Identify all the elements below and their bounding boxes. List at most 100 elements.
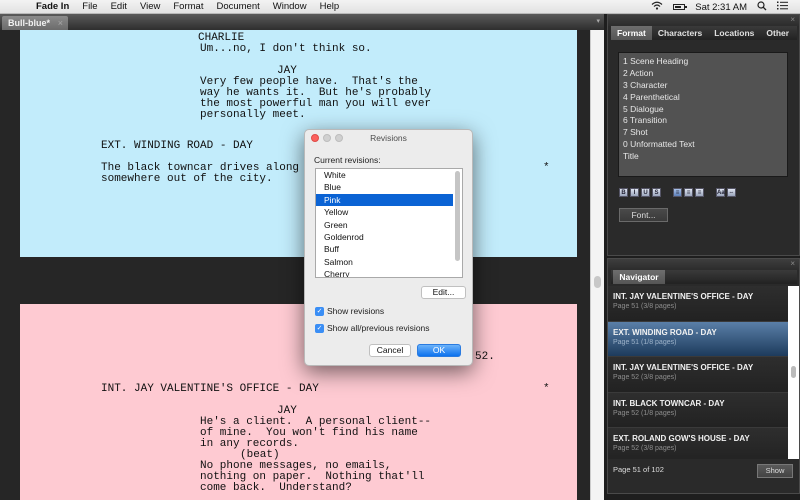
revision-item-cherry[interactable]: Cherry <box>316 268 462 277</box>
scene-item[interactable]: INT. JAY VALENTINE'S OFFICE - DAY Page 5… <box>608 357 788 393</box>
menu-window[interactable]: Window <box>273 1 307 12</box>
wifi-icon[interactable] <box>651 1 663 13</box>
navigator-panel: × Navigator INT. JAY VALENTINE'S OFFICE … <box>607 258 800 494</box>
style-dialogue[interactable]: 5 Dialogue <box>619 104 787 116</box>
tab-locations[interactable]: Locations <box>708 26 760 40</box>
revision-item-yellow[interactable]: Yellow <box>316 206 462 218</box>
script-page-pink[interactable]: 52. INT. JAY VALENTINE'S OFFICE - DAY * … <box>20 304 577 500</box>
style-title[interactable]: Title <box>619 151 787 163</box>
close-panel-icon[interactable]: × <box>790 259 795 268</box>
dialogue-line: come back. Understand? <box>200 482 352 494</box>
checkmark-icon[interactable]: ✓ <box>315 323 324 333</box>
font-button[interactable]: Font... <box>619 208 668 222</box>
revision-item-green[interactable]: Green <box>316 219 462 231</box>
scene-item-selected[interactable]: EXT. WINDING ROAD - DAY Page 51 (1/8 pag… <box>608 321 788 358</box>
revision-item-goldenrod[interactable]: Goldenrod <box>316 231 462 243</box>
tab-format[interactable]: Format <box>611 26 652 40</box>
scene-list-scrollbar-thumb[interactable] <box>791 366 796 378</box>
align-right-icon[interactable]: ≡ <box>695 188 704 197</box>
edit-button[interactable]: Edit... <box>421 286 466 299</box>
document-tab[interactable]: Bull-blue* × <box>2 16 68 30</box>
script-editor[interactable]: CHARLIE Um...no, I don't think so. JAY V… <box>0 30 590 500</box>
editor-scrollbar[interactable] <box>590 30 604 500</box>
change-case-icon[interactable]: Aa <box>716 188 725 197</box>
scene-heading: EXT. ROLAND GOW'S HOUSE - DAY <box>613 434 750 444</box>
panel-header: × <box>608 15 799 26</box>
revisions-list-scrollbar[interactable] <box>455 171 460 261</box>
revision-mark: * <box>543 383 550 395</box>
close-window-button[interactable] <box>311 134 319 142</box>
scene-page-info: Page 51 (3/8 pages) <box>613 303 677 310</box>
current-revisions-label: Current revisions: <box>314 155 381 165</box>
ok-button[interactable]: OK <box>417 344 461 357</box>
spacing-icon[interactable]: ⇔ <box>727 188 736 197</box>
style-shot[interactable]: 7 Shot <box>619 127 787 139</box>
menu-document[interactable]: Document <box>216 1 259 12</box>
script-page-blue[interactable]: CHARLIE Um...no, I don't think so. JAY V… <box>20 30 577 257</box>
close-tab-icon[interactable]: × <box>58 18 63 28</box>
close-panel-icon[interactable]: × <box>790 15 795 24</box>
align-left-icon[interactable]: ≡ <box>673 188 682 197</box>
revision-item-pink[interactable]: Pink <box>316 193 453 207</box>
checkmark-icon[interactable]: ✓ <box>315 306 324 316</box>
style-transition[interactable]: 6 Transition <box>619 115 787 127</box>
menu-app-name[interactable]: Fade In <box>36 1 69 12</box>
show-button[interactable]: Show <box>757 464 793 478</box>
format-toolbar: B I U S ≡ ≡ ≡ Aa ⇔ <box>619 188 736 197</box>
app-window: Fade In File Edit View Format Document W… <box>0 0 800 500</box>
dialog-title: Revisions <box>370 133 407 143</box>
show-all-revisions-label: Show all/previous revisions <box>327 323 430 333</box>
tab-menu-chevron-down-icon[interactable]: ▾ <box>596 17 600 25</box>
tab-other[interactable]: Other <box>760 26 795 40</box>
underline-icon[interactable]: U <box>641 188 650 197</box>
menu-help[interactable]: Help <box>320 1 340 12</box>
bold-icon[interactable]: B <box>619 188 628 197</box>
dialogue-line: personally meet. <box>200 109 306 121</box>
scene-list-scrollbar[interactable] <box>788 286 799 459</box>
format-panel: × Format Characters Locations Other 1 Sc… <box>607 14 800 256</box>
page-number: 52. <box>475 351 495 363</box>
scene-item[interactable]: INT. JAY VALENTINE'S OFFICE - DAY Page 5… <box>608 286 788 322</box>
zoom-window-button <box>335 134 343 142</box>
battery-icon[interactable] <box>673 4 688 10</box>
italic-icon[interactable]: I <box>630 188 639 197</box>
scene-heading: INT. BLACK TOWNCAR - DAY <box>613 398 725 408</box>
cancel-button[interactable]: Cancel <box>369 344 411 357</box>
style-scene-heading[interactable]: 1 Scene Heading <box>619 56 787 68</box>
editor-scrollbar-thumb[interactable] <box>594 276 601 288</box>
style-action[interactable]: 2 Action <box>619 68 787 80</box>
scene-item[interactable]: EXT. ROLAND GOW'S HOUSE - DAY Page 52 (3… <box>608 428 788 459</box>
scene-heading: INT. JAY VALENTINE'S OFFICE - DAY <box>613 363 754 373</box>
revision-item-white[interactable]: White <box>316 169 462 181</box>
dialogue-line: Um...no, I don't think so. <box>200 43 372 55</box>
element-style-list[interactable]: 1 Scene Heading 2 Action 3 Character 4 P… <box>618 52 788 177</box>
style-parenthetical[interactable]: 4 Parenthetical <box>619 92 787 104</box>
tab-navigator[interactable]: Navigator <box>613 270 665 284</box>
document-tab-bar: Bull-blue* × ▾ <box>0 14 604 30</box>
clock[interactable]: Sat 2:31 AM <box>695 2 747 13</box>
scene-list[interactable]: INT. JAY VALENTINE'S OFFICE - DAY Page 5… <box>608 286 788 459</box>
revision-item-blue[interactable]: Blue <box>316 181 462 193</box>
spotlight-search-icon[interactable] <box>757 0 767 14</box>
dialog-title-bar[interactable]: Revisions <box>305 130 472 147</box>
menu-format[interactable]: Format <box>173 1 203 12</box>
scene-item[interactable]: INT. BLACK TOWNCAR - DAY Page 52 (1/8 pa… <box>608 392 788 429</box>
align-center-icon[interactable]: ≡ <box>684 188 693 197</box>
menubar: Fade In File Edit View Format Document W… <box>0 0 800 14</box>
notification-center-icon[interactable] <box>777 1 788 13</box>
strikethrough-icon[interactable]: S <box>652 188 661 197</box>
menu-edit[interactable]: Edit <box>111 1 127 12</box>
page-status: Page 51 of 102 <box>613 465 664 474</box>
style-character[interactable]: 3 Character <box>619 80 787 92</box>
show-revisions-checkbox[interactable]: ✓ Show revisions <box>315 306 384 316</box>
revision-item-buff[interactable]: Buff <box>316 243 462 255</box>
scene-page-info: Page 52 (3/8 pages) <box>613 374 677 382</box>
style-unformatted-text[interactable]: 0 Unformatted Text <box>619 139 787 151</box>
revision-item-salmon[interactable]: Salmon <box>316 256 462 268</box>
scene-page-info: Page 52 (3/8 pages) <box>613 445 677 453</box>
show-all-revisions-checkbox[interactable]: ✓ Show all/previous revisions <box>315 323 430 333</box>
menu-file[interactable]: File <box>82 1 97 12</box>
menu-view[interactable]: View <box>140 1 160 12</box>
revisions-list[interactable]: White Blue Pink Yellow Green Goldenrod B… <box>315 168 463 278</box>
tab-characters[interactable]: Characters <box>652 26 708 40</box>
